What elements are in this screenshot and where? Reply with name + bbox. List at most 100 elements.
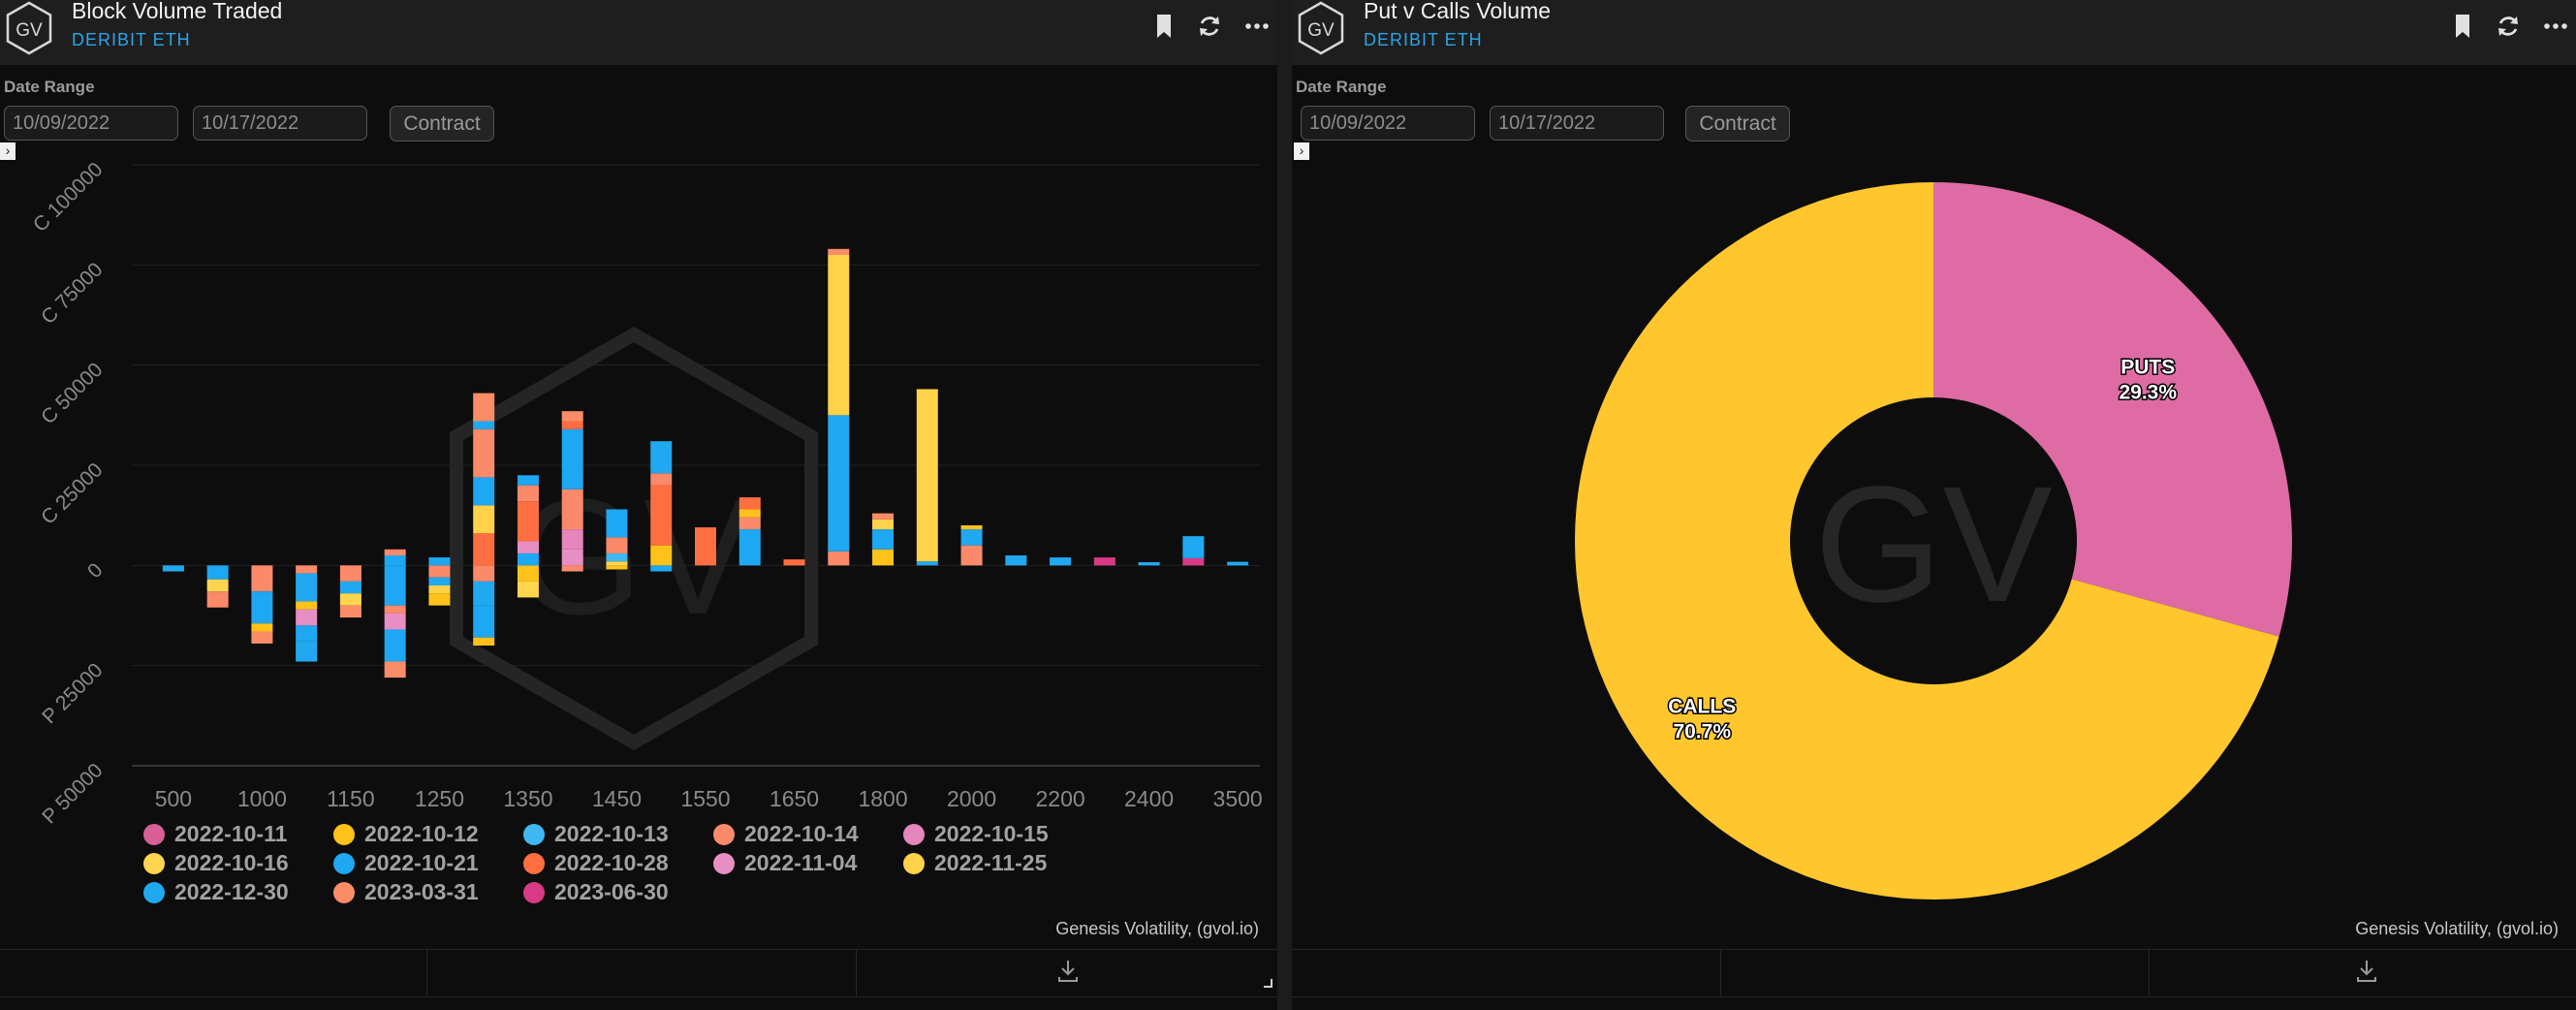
bar-segment[interactable]	[650, 565, 673, 572]
bar-segment[interactable]	[473, 421, 495, 429]
bar-segment[interactable]	[650, 441, 673, 474]
bar-segment[interactable]	[517, 552, 539, 566]
bar-segment[interactable]	[650, 545, 673, 566]
bar-segment[interactable]	[606, 537, 628, 553]
legend-item[interactable]: 2022-10-14	[713, 821, 859, 847]
download-icon[interactable]	[2354, 958, 2379, 985]
legend-item[interactable]: 2022-10-13	[523, 821, 669, 847]
bar-segment[interactable]	[738, 517, 761, 530]
bar-segment[interactable]	[738, 529, 761, 566]
bar-segment[interactable]	[251, 623, 273, 632]
bar-segment[interactable]	[606, 561, 628, 566]
bar-segment[interactable]	[296, 601, 318, 610]
bar-segment[interactable]	[828, 415, 850, 552]
legend-item[interactable]: 2022-10-11	[143, 821, 287, 847]
bar-segment[interactable]	[783, 559, 805, 566]
refresh-icon[interactable]	[2494, 12, 2523, 41]
bar-segment[interactable]	[296, 609, 318, 626]
bar-segment[interactable]	[1050, 557, 1072, 566]
bar-segment[interactable]	[517, 565, 539, 582]
bar-segment[interactable]	[561, 529, 583, 550]
bar-segment[interactable]	[339, 565, 361, 582]
bar-segment[interactable]	[828, 551, 850, 566]
bar-segment[interactable]	[473, 505, 495, 534]
bar-segment[interactable]	[162, 565, 184, 572]
bar-segment[interactable]	[916, 561, 938, 566]
bar-segment[interactable]	[384, 613, 406, 630]
bookmark-icon[interactable]	[1149, 12, 1178, 41]
bar-segment[interactable]	[916, 389, 938, 562]
bar-segment[interactable]	[1182, 536, 1205, 558]
bar-segment[interactable]	[473, 581, 495, 606]
bar-segment[interactable]	[251, 631, 273, 644]
bar-segment[interactable]	[428, 585, 451, 594]
bar-segment[interactable]	[473, 533, 495, 566]
bar-segment[interactable]	[296, 573, 318, 602]
bar-segment[interactable]	[428, 565, 451, 578]
download-icon[interactable]	[1055, 958, 1081, 985]
bar-segment[interactable]	[517, 475, 539, 486]
bar-segment[interactable]	[428, 577, 451, 585]
bar-segment[interactable]	[872, 513, 895, 520]
bar-segment[interactable]	[296, 625, 318, 642]
bar-segment[interactable]	[473, 637, 495, 646]
bar-segment[interactable]	[251, 565, 273, 592]
bar-segment[interactable]	[960, 545, 983, 566]
bar-segment[interactable]	[872, 549, 895, 566]
bar-segment[interactable]	[384, 549, 406, 555]
bar-segment[interactable]	[561, 428, 583, 489]
refresh-icon[interactable]	[1195, 12, 1224, 41]
bar-segment[interactable]	[606, 509, 628, 538]
bar-segment[interactable]	[206, 565, 229, 580]
legend-item[interactable]: 2022-10-21	[333, 850, 479, 876]
bar-segment[interactable]	[561, 489, 583, 530]
bar-segment[interactable]	[339, 593, 361, 606]
bar-segment[interactable]	[561, 549, 583, 566]
bar-segment[interactable]	[473, 393, 495, 422]
legend-item[interactable]: 2022-10-28	[523, 850, 669, 876]
bar-segment[interactable]	[606, 552, 628, 562]
bar-segment[interactable]	[428, 557, 451, 566]
bar-segment[interactable]	[384, 565, 406, 606]
bar-segment[interactable]	[296, 641, 318, 662]
bar-segment[interactable]	[606, 565, 628, 570]
bar-segment[interactable]	[339, 605, 361, 618]
bar-segment[interactable]	[1138, 562, 1160, 566]
legend-item[interactable]: 2022-12-30	[143, 879, 289, 905]
bar-segment[interactable]	[251, 591, 273, 624]
legend-item[interactable]: 2022-10-16	[143, 850, 289, 876]
legend-item[interactable]: 2022-11-25	[903, 850, 1047, 876]
resize-handle-icon[interactable]	[1262, 977, 1273, 989]
bar-segment[interactable]	[428, 593, 451, 606]
bar-segment[interactable]	[738, 509, 761, 518]
more-icon[interactable]	[2541, 12, 2570, 41]
bar-segment[interactable]	[1005, 555, 1027, 566]
bar-segment[interactable]	[517, 485, 539, 502]
bar-segment[interactable]	[561, 565, 583, 572]
bar-segment[interactable]	[473, 428, 495, 478]
legend-item[interactable]: 2022-11-04	[713, 850, 857, 876]
legend-item[interactable]: 2022-10-15	[903, 821, 1049, 847]
bookmark-icon[interactable]	[2448, 12, 2477, 41]
bar-segment[interactable]	[473, 477, 495, 506]
bar-segment[interactable]	[517, 581, 539, 598]
bar-segment[interactable]	[650, 473, 673, 486]
more-icon[interactable]	[1242, 12, 1272, 41]
bar-segment[interactable]	[1227, 561, 1249, 566]
bar-segment[interactable]	[517, 541, 539, 553]
bar-segment[interactable]	[960, 529, 983, 546]
bar-segment[interactable]	[650, 485, 673, 546]
legend-item[interactable]: 2023-03-31	[333, 879, 479, 905]
bar-segment[interactable]	[473, 605, 495, 638]
legend-item[interactable]: 2022-10-12	[333, 821, 479, 847]
bar-segment[interactable]	[561, 411, 583, 422]
bar-segment[interactable]	[473, 565, 495, 582]
bar-segment[interactable]	[828, 248, 850, 255]
bar-segment[interactable]	[872, 519, 895, 530]
bar-segment[interactable]	[384, 629, 406, 662]
bar-segment[interactable]	[206, 579, 229, 592]
bar-segment[interactable]	[738, 497, 761, 510]
bar-segment[interactable]	[517, 501, 539, 542]
bar-segment[interactable]	[828, 255, 850, 416]
bar-segment[interactable]	[339, 581, 361, 594]
